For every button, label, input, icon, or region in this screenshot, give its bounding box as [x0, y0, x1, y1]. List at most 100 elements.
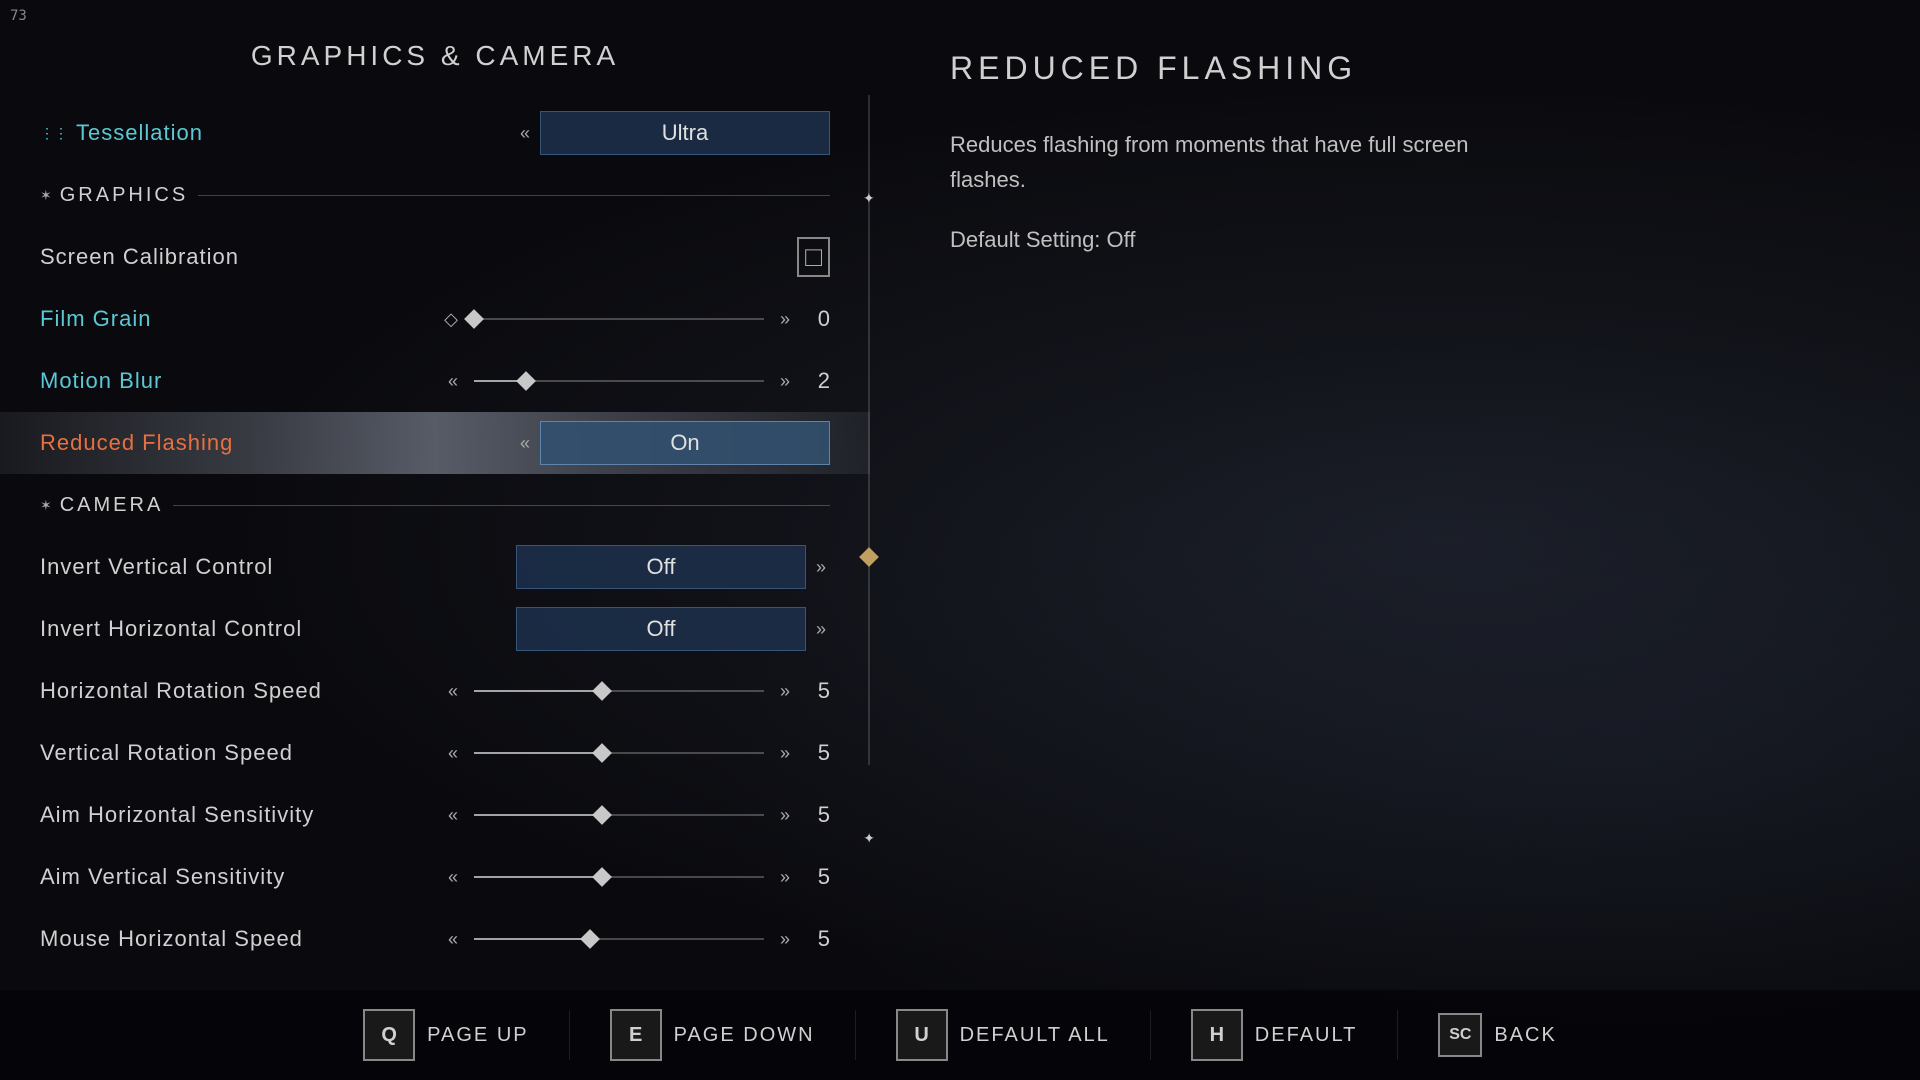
vert-rotation-value: 5 [800, 740, 830, 766]
page-title: GRAPHICS & CAMERA [0, 40, 870, 72]
aim-horiz-slider[interactable] [474, 814, 764, 816]
aim-horiz-left-arrow[interactable]: « [444, 805, 462, 826]
default-all-label: DEFAULT ALL [960, 1024, 1110, 1047]
film-grain-control: ◇ » 0 [440, 306, 830, 332]
aim-horiz-value: 5 [800, 802, 830, 828]
vert-rotation-slider[interactable] [474, 752, 764, 754]
default-all-key[interactable]: U [896, 1009, 948, 1061]
list-item[interactable]: Motion Blur « » 2 [40, 350, 830, 412]
page-down-key[interactable]: E [610, 1009, 662, 1061]
horiz-rotation-label: Horizontal Rotation Speed [40, 678, 400, 704]
film-grain-slider[interactable] [474, 318, 764, 320]
page-up-action[interactable]: Q PAGE UP [323, 1009, 568, 1061]
mouse-horiz-fill [474, 938, 590, 940]
horiz-rotation-fill [474, 690, 602, 692]
default-key[interactable]: H [1191, 1009, 1243, 1061]
list-item[interactable]: Screen Calibration □ [40, 226, 830, 288]
horiz-rotation-slider[interactable] [474, 690, 764, 692]
aim-horiz-control: « » 5 [444, 802, 830, 828]
vert-rotation-fill [474, 752, 602, 754]
aim-vert-slider[interactable] [474, 876, 764, 878]
drag-icon: ⋮⋮ [40, 125, 68, 142]
graphics-category-label: GRAPHICS [60, 184, 188, 207]
reduced-flashing-control: « On [516, 421, 830, 465]
motion-blur-left-arrow[interactable]: « [444, 371, 462, 392]
default-action[interactable]: H DEFAULT [1151, 1009, 1398, 1061]
page-up-label: PAGE UP [427, 1024, 528, 1047]
tessellation-left-arrow[interactable]: « [516, 123, 534, 144]
vert-rotation-right-arrow[interactable]: » [776, 743, 794, 764]
horiz-rotation-value: 5 [800, 678, 830, 704]
list-item[interactable]: Horizontal Rotation Speed « » 5 [40, 660, 830, 722]
motion-blur-value: 2 [800, 368, 830, 394]
aim-vert-control: « » 5 [444, 864, 830, 890]
page-down-label: PAGE DOWN [674, 1024, 815, 1047]
back-action[interactable]: SC BACK [1398, 1013, 1596, 1057]
list-item[interactable]: Invert Vertical Control Off » [40, 536, 830, 598]
aim-vert-fill [474, 876, 602, 878]
camera-divider [173, 505, 830, 506]
page-down-action[interactable]: E PAGE DOWN [570, 1009, 855, 1061]
screen-calibration-label: Screen Calibration [40, 244, 400, 270]
motion-blur-label: Motion Blur [40, 368, 400, 394]
horiz-rotation-left-arrow[interactable]: « [444, 681, 462, 702]
film-grain-label: Film Grain [40, 306, 400, 332]
aim-vert-right-arrow[interactable]: » [776, 867, 794, 888]
default-label: DEFAULT [1255, 1024, 1358, 1047]
vert-rotation-label: Vertical Rotation Speed [40, 740, 400, 766]
film-grain-left-arrow[interactable]: ◇ [440, 309, 462, 330]
invert-vertical-control: Off » [516, 545, 830, 589]
list-item[interactable]: ⋮⋮ Tessellation « Ultra [40, 102, 830, 164]
category-divider [198, 195, 830, 196]
list-item[interactable]: Film Grain ◇ » 0 [40, 288, 830, 350]
horiz-rotation-thumb [592, 681, 612, 701]
mouse-horiz-label: Mouse Horizontal Speed [40, 926, 400, 952]
motion-blur-slider[interactable] [474, 380, 764, 382]
list-item[interactable]: Vertical Rotation Speed « » 5 [40, 722, 830, 784]
list-item[interactable]: Invert Horizontal Control Off » [40, 598, 830, 660]
default-all-action[interactable]: U DEFAULT ALL [856, 1009, 1150, 1061]
invert-vertical-right-arrow[interactable]: » [812, 557, 830, 578]
tessellation-control: « Ultra [516, 111, 830, 155]
aim-horiz-right-arrow[interactable]: » [776, 805, 794, 826]
mouse-horiz-right-arrow[interactable]: » [776, 929, 794, 950]
list-item[interactable]: Mouse Horizontal Speed « » 5 [40, 908, 830, 970]
motion-blur-right-arrow[interactable]: » [776, 371, 794, 392]
back-label: BACK [1494, 1024, 1556, 1047]
camera-category-label: CAMERA [60, 494, 164, 517]
invert-horizontal-right-arrow[interactable]: » [812, 619, 830, 640]
tessellation-label: Tessellation [76, 120, 436, 146]
page-up-key[interactable]: Q [363, 1009, 415, 1061]
invert-horizontal-control: Off » [516, 607, 830, 651]
horiz-rotation-control: « » 5 [444, 678, 830, 704]
motion-blur-thumb [516, 371, 536, 391]
right-panel: REDUCED FLASHING Reduces flashing from m… [870, 0, 1920, 1080]
reduced-flashing-value: On [540, 421, 830, 465]
settings-list: ⋮⋮ Tessellation « Ultra ✶ GRAPHICS Scree… [0, 102, 870, 970]
invert-horizontal-value: Off [516, 607, 806, 651]
tessellation-value: Ultra [540, 111, 830, 155]
invert-horizontal-label: Invert Horizontal Control [40, 616, 400, 642]
reduced-flashing-item[interactable]: Reduced Flashing « On [0, 412, 870, 474]
reduced-flashing-label: Reduced Flashing [40, 430, 400, 456]
back-key[interactable]: SC [1438, 1013, 1482, 1057]
invert-vertical-label: Invert Vertical Control [40, 554, 400, 580]
camera-asterisk: ✶ [40, 497, 52, 514]
mouse-horiz-slider[interactable] [474, 938, 764, 940]
left-panel: GRAPHICS & CAMERA ✦ ✦ ⋮⋮ Tessellation « … [0, 0, 870, 1080]
film-grain-value: 0 [800, 306, 830, 332]
aim-horiz-label: Aim Horizontal Sensitivity [40, 802, 400, 828]
list-item[interactable]: Aim Horizontal Sensitivity « » 5 [40, 784, 830, 846]
detail-title: REDUCED FLASHING [950, 50, 1840, 87]
motion-blur-control: « » 2 [444, 368, 830, 394]
mouse-horiz-left-arrow[interactable]: « [444, 929, 462, 950]
aim-vert-label: Aim Vertical Sensitivity [40, 864, 400, 890]
horiz-rotation-right-arrow[interactable]: » [776, 681, 794, 702]
vert-rotation-left-arrow[interactable]: « [444, 743, 462, 764]
mouse-horiz-value: 5 [800, 926, 830, 952]
aim-vert-left-arrow[interactable]: « [444, 867, 462, 888]
list-item[interactable]: Aim Vertical Sensitivity « » 5 [40, 846, 830, 908]
reduced-flashing-left-arrow[interactable]: « [516, 433, 534, 454]
film-grain-right-arrow[interactable]: » [776, 309, 794, 330]
vert-rotation-thumb [592, 743, 612, 763]
